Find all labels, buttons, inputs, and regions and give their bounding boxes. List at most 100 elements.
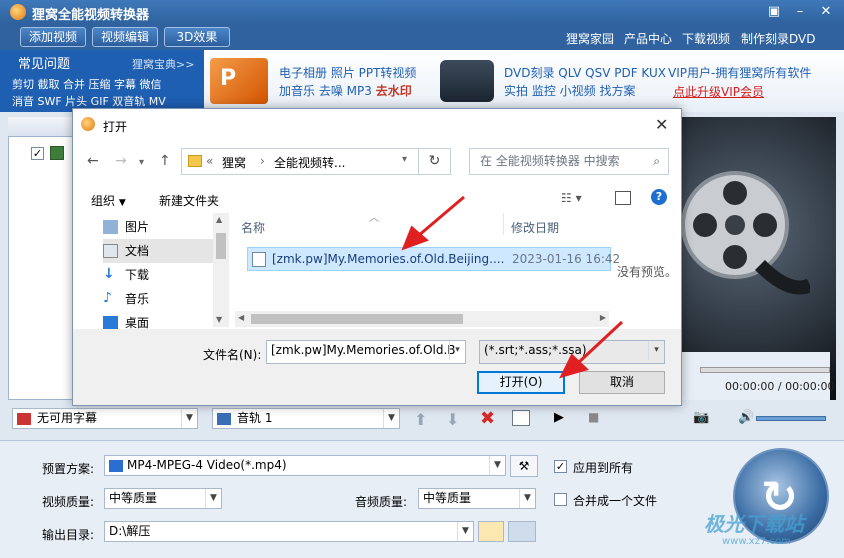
volume-icon[interactable]: 🔊 bbox=[738, 410, 754, 425]
ad1-line2-text: 加音乐 去噪 MP3 bbox=[279, 84, 372, 98]
ad1-watermark-link[interactable]: 去水印 bbox=[376, 84, 412, 98]
file-scroll-thumb[interactable] bbox=[251, 314, 463, 324]
preset-value: MP4-MPEG-4 Video(*.mp4) bbox=[127, 458, 287, 472]
app-title: 狸窝全能视频转换器 bbox=[32, 8, 150, 23]
filetype-select[interactable]: (*.srt;*.ass;*.ssa) ▾ bbox=[479, 340, 665, 364]
video-quality-select[interactable]: 中等质量 ▼ bbox=[104, 488, 222, 509]
breadcrumb-child[interactable]: 全能视频转... bbox=[274, 154, 345, 171]
snapshot-icon[interactable]: 📷 bbox=[693, 410, 709, 425]
chevron-down-icon: ▾ bbox=[449, 341, 465, 360]
dialog-app-icon bbox=[81, 117, 95, 131]
tree-scroll-thumb[interactable] bbox=[216, 233, 226, 259]
minimize-button[interactable]: – bbox=[790, 3, 810, 21]
edit-video-button[interactable]: 视频编辑 bbox=[92, 27, 159, 47]
breadcrumb-overflow-icon[interactable]: « bbox=[206, 154, 213, 168]
tree-item-documents[interactable]: 文档 bbox=[103, 239, 213, 263]
3d-effect-button[interactable]: 3D效果 bbox=[164, 27, 230, 47]
tree-item-music[interactable]: ♪ 音乐 bbox=[103, 287, 231, 311]
play-icon[interactable]: ▶ bbox=[554, 410, 564, 425]
apply-all-label: 应用到所有 bbox=[573, 461, 634, 475]
browse-folder-icon[interactable] bbox=[478, 521, 504, 542]
open-button[interactable]: 打开(O) bbox=[477, 371, 565, 394]
volume-slider[interactable] bbox=[756, 416, 826, 421]
ad2-line2[interactable]: 实拍 监控 小视频 找方案 bbox=[504, 82, 635, 99]
filetype-value: (*.srt;*.ass;*.ssa) bbox=[484, 343, 587, 357]
faq-treasure-link[interactable]: 狸窝宝典>> bbox=[132, 56, 194, 72]
link-liwo-home[interactable]: 狸窝家园 bbox=[566, 30, 614, 47]
faq-title[interactable]: 常见问题 bbox=[18, 53, 70, 72]
phone-dvd-icon bbox=[440, 60, 494, 102]
skin-icon[interactable]: ▣ bbox=[764, 3, 784, 21]
open-folder-icon[interactable] bbox=[508, 521, 536, 542]
preview-pane-icon[interactable] bbox=[615, 191, 631, 205]
link-burn-dvd[interactable]: 制作刻录DVD bbox=[741, 30, 815, 47]
tree-item-desktop[interactable]: 桌面 bbox=[103, 311, 231, 329]
move-up-icon[interactable]: ⬆ bbox=[414, 410, 427, 429]
audio-track-icon bbox=[217, 412, 231, 425]
site-watermark-url: www.xz7.com bbox=[722, 536, 791, 547]
ad2-line1[interactable]: DVD刻录 QLV QSV PDF KUX bbox=[504, 64, 666, 81]
close-button[interactable]: ✕ bbox=[816, 3, 836, 21]
new-folder-button[interactable]: 新建文件夹 bbox=[159, 192, 219, 209]
site-watermark: 极光下载站 bbox=[704, 512, 804, 536]
link-download-video[interactable]: 下载视频 bbox=[682, 30, 730, 47]
search-input[interactable]: 在 全能视频转换器 中搜索 ⌕ bbox=[469, 148, 669, 175]
recent-chevron-icon[interactable]: ▾ bbox=[139, 157, 144, 168]
subtitle-select[interactable]: 无可用字幕 ▼ bbox=[12, 408, 198, 429]
preset-settings-icon[interactable]: ⚒ bbox=[510, 455, 538, 477]
clear-list-icon[interactable] bbox=[512, 410, 530, 426]
tree-item-pictures[interactable]: 图片 bbox=[103, 215, 231, 239]
file-row[interactable]: [zmk.pw]My.Memories.of.Old.Beijing.... 2… bbox=[247, 247, 620, 271]
address-dropdown-icon[interactable]: ▾ bbox=[402, 154, 407, 165]
help-icon[interactable]: ? bbox=[651, 189, 667, 205]
output-dir-input[interactable]: D:\解压 ▼ bbox=[104, 521, 474, 542]
dialog-close-button[interactable]: ✕ bbox=[655, 115, 668, 134]
tree-scrollbar[interactable]: ▲ ▼ bbox=[213, 213, 229, 327]
faq-row-1[interactable]: 剪切 截取 合并 压缩 字幕 微信 bbox=[12, 76, 161, 92]
merge-label: 合并成一个文件 bbox=[573, 494, 658, 508]
vip-upgrade-link[interactable]: 点此升级VIP会员 bbox=[673, 83, 764, 100]
playback-timeline[interactable] bbox=[700, 367, 830, 373]
breadcrumb-separator-icon[interactable]: › bbox=[260, 154, 265, 168]
column-header-date[interactable]: 修改日期 bbox=[511, 219, 559, 236]
cancel-button[interactable]: 取消 bbox=[579, 371, 665, 394]
address-bar[interactable]: « 狸窝 › 全能视频转... ▾ bbox=[181, 148, 419, 175]
chevron-down-icon: ▼ bbox=[383, 409, 399, 428]
file-list-scrollbar[interactable]: ◀ ▶ bbox=[235, 311, 609, 327]
tree-label: 桌面 bbox=[125, 316, 150, 329]
preset-select[interactable]: MP4-MPEG-4 Video(*.mp4) ▼ bbox=[104, 455, 506, 476]
ppt-photo-icon: P bbox=[210, 58, 268, 104]
audio-track-select[interactable]: 音轨 1 ▼ bbox=[212, 408, 400, 429]
tree-item-downloads[interactable]: ↓ 下载 bbox=[103, 263, 231, 287]
move-down-icon[interactable]: ⬇ bbox=[446, 410, 459, 429]
stop-icon[interactable]: ■ bbox=[588, 410, 599, 424]
tree-label: 图片 bbox=[125, 220, 150, 234]
tree-label: 音乐 bbox=[125, 292, 150, 306]
audio-quality-select[interactable]: 中等质量 ▼ bbox=[418, 488, 536, 509]
file-name: [zmk.pw]My.Memories.of.Old.Beijing.... bbox=[272, 252, 505, 266]
view-options-icon[interactable]: ☷ ▾ bbox=[561, 191, 582, 205]
apply-all-checkbox[interactable]: ✓ bbox=[554, 460, 567, 473]
desktop-icon bbox=[103, 316, 118, 329]
back-arrow-icon[interactable]: ← bbox=[87, 153, 99, 169]
forward-arrow-icon[interactable]: → bbox=[115, 153, 127, 169]
faq-row-2[interactable]: 消音 SWF 片头 GIF 双音轨 MV bbox=[12, 93, 166, 109]
organize-label: 组织 bbox=[91, 194, 116, 208]
vip-text: VIP用户-拥有狸窝所有软件 bbox=[668, 66, 812, 80]
ad1-line2[interactable]: 加音乐 去噪 MP3 去水印 bbox=[279, 82, 412, 99]
add-video-button[interactable]: 添加视频 bbox=[20, 27, 87, 47]
ad1-line1[interactable]: 电子相册 照片 PPT转视频 bbox=[279, 64, 416, 81]
organize-menu[interactable]: 组织 ▼ bbox=[91, 192, 126, 209]
up-arrow-icon[interactable]: ↑ bbox=[159, 153, 171, 169]
sort-chevron-icon: ︿ bbox=[369, 213, 379, 224]
no-preview-text: 没有预览。 bbox=[617, 265, 678, 279]
output-dir-label: 输出目录: bbox=[42, 528, 95, 542]
column-header-name[interactable]: 名称 bbox=[241, 219, 265, 236]
merge-checkbox[interactable] bbox=[554, 493, 567, 506]
delete-icon[interactable]: ✖ bbox=[480, 408, 495, 429]
file-checkbox[interactable]: ✓ bbox=[31, 147, 44, 160]
link-products[interactable]: 产品中心 bbox=[624, 30, 672, 47]
refresh-icon[interactable]: ↻ bbox=[419, 148, 451, 175]
filename-input[interactable]: [zmk.pw]My.Memories.of.Old.B ▾ bbox=[266, 340, 466, 364]
breadcrumb-root[interactable]: 狸窝 bbox=[222, 154, 246, 171]
